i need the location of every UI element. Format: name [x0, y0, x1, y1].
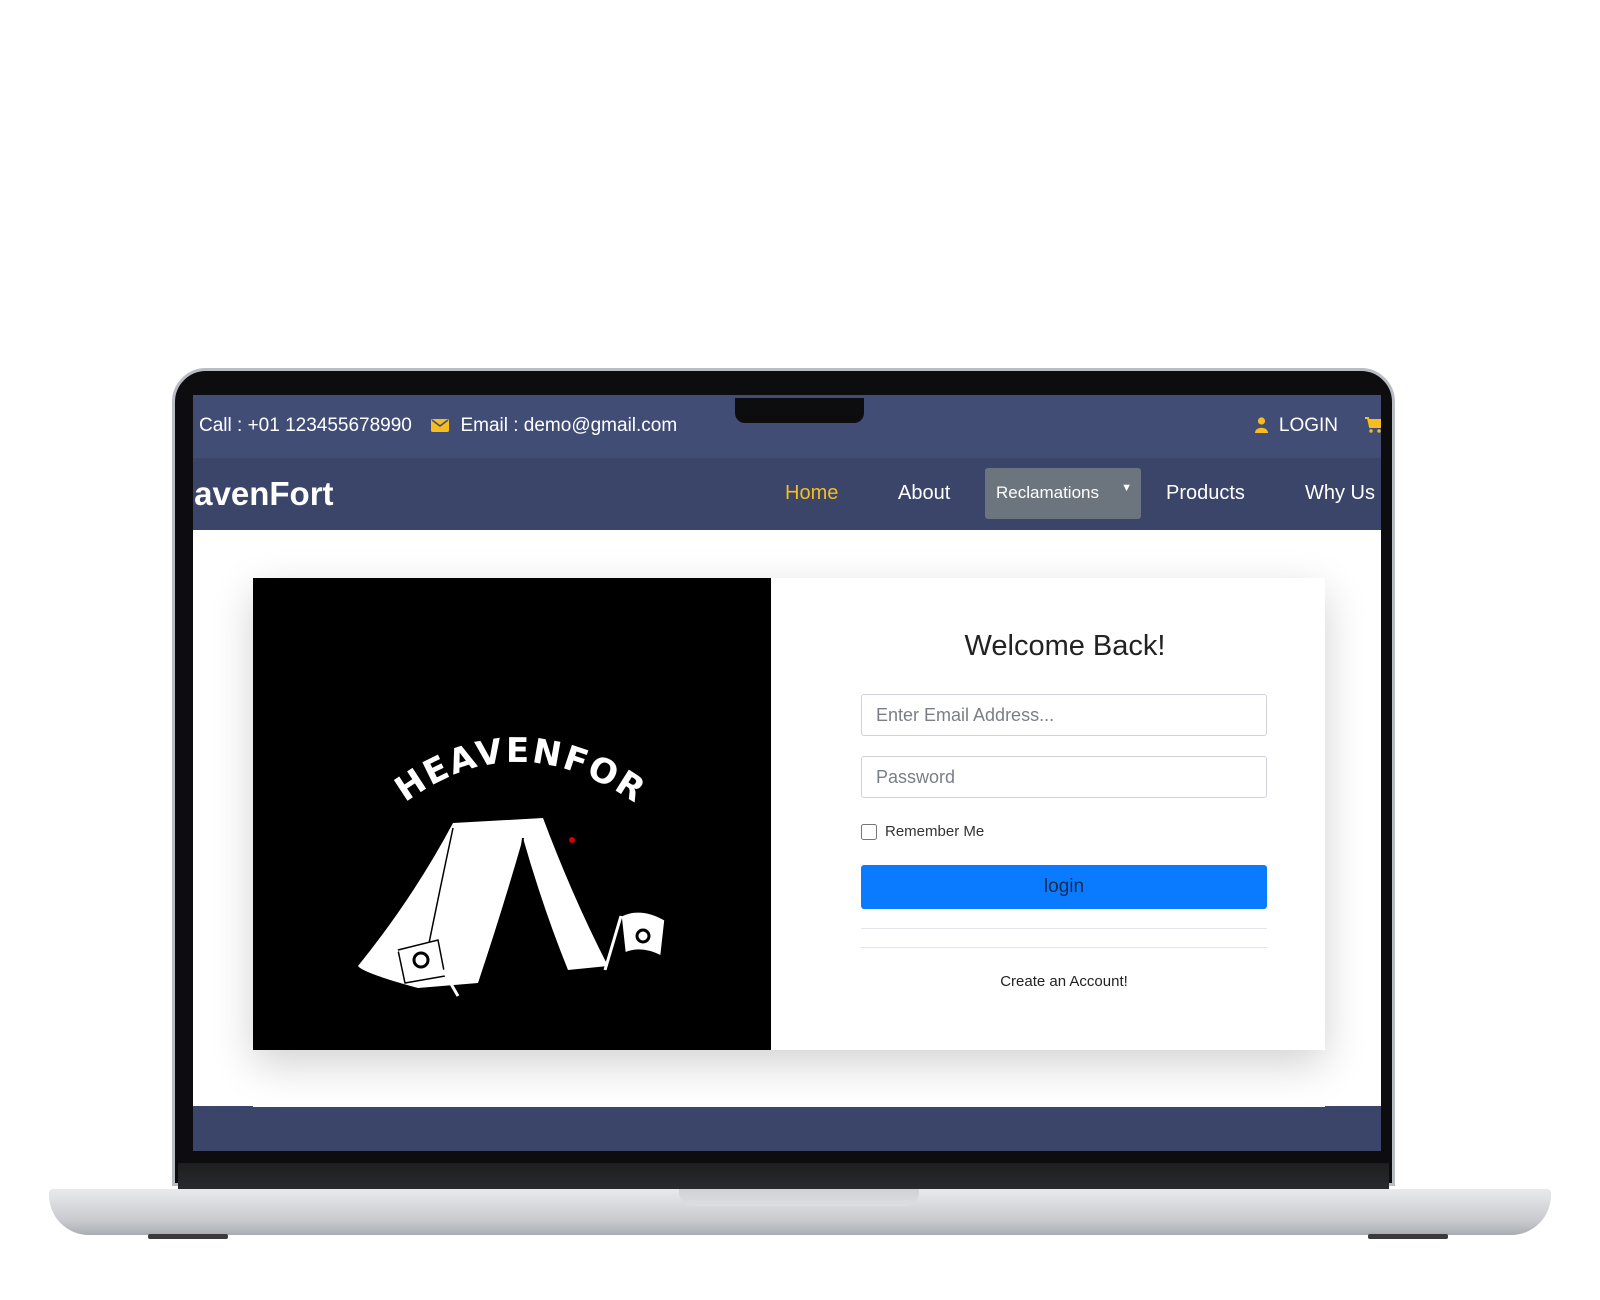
laptop-screen: Call : +01 123455678990 Email : demo@gma… [193, 395, 1381, 1151]
create-account-link[interactable]: Create an Account! [861, 973, 1267, 990]
remember-me[interactable]: Remember Me [861, 823, 985, 841]
user-icon [1254, 415, 1273, 436]
contact-info: Call : +01 123455678990 Email : demo@gma… [199, 415, 691, 437]
nav-about[interactable]: About [898, 482, 950, 505]
call-text: Call : +01 123455678990 [199, 415, 412, 436]
nav-products[interactable]: Products [1166, 482, 1245, 505]
svg-text:HEAVENFORT: HEAVENFORT [253, 578, 652, 811]
laptop-hinge [178, 1163, 1389, 1191]
remember-me-checkbox[interactable] [861, 824, 877, 841]
caret-down-icon: ▼ [1121, 482, 1132, 494]
nav-why-us[interactable]: Why Us [1305, 482, 1375, 505]
login-button[interactable]: login [861, 865, 1267, 909]
account-links: LOGIN CA [1233, 415, 1381, 437]
brand-logo-text[interactable]: lavenFort [193, 475, 334, 513]
divider [861, 947, 1267, 948]
footer-strip [193, 1106, 1381, 1151]
login-label: LOGIN [1278, 415, 1339, 436]
email-text: Email : demo@gmail.com [460, 415, 678, 436]
nav-home[interactable]: Home [785, 482, 838, 505]
divider [861, 928, 1267, 929]
laptop-foot-right [1368, 1234, 1448, 1239]
cart-icon [1365, 415, 1381, 436]
cart-link[interactable]: CA [1365, 415, 1381, 436]
laptop-foot-left [148, 1234, 228, 1239]
password-field[interactable] [861, 756, 1267, 798]
email-field[interactable] [861, 694, 1267, 736]
nav-reclamations-label: Reclamations [996, 483, 1099, 502]
tent-logo-icon: HEAVENFORT [240, 547, 666, 997]
login-link[interactable]: LOGIN [1254, 415, 1344, 436]
nav-reclamations-dropdown[interactable]: Reclamations ▼ [985, 468, 1141, 519]
laptop-base-groove [679, 1189, 919, 1206]
main-navbar: lavenFort Home About Reclamations ▼ Prod… [193, 458, 1381, 530]
footer-line [253, 1106, 1325, 1107]
remember-me-label: Remember Me [885, 823, 985, 840]
login-title: Welcome Back! [964, 630, 1166, 662]
heavenfort-logo-image: HEAVENFORT [240, 547, 771, 1050]
camera-notch [735, 398, 864, 423]
envelope-icon [431, 415, 454, 436]
login-card: HEAVENFORT Welcome Back! [240, 547, 1325, 1050]
